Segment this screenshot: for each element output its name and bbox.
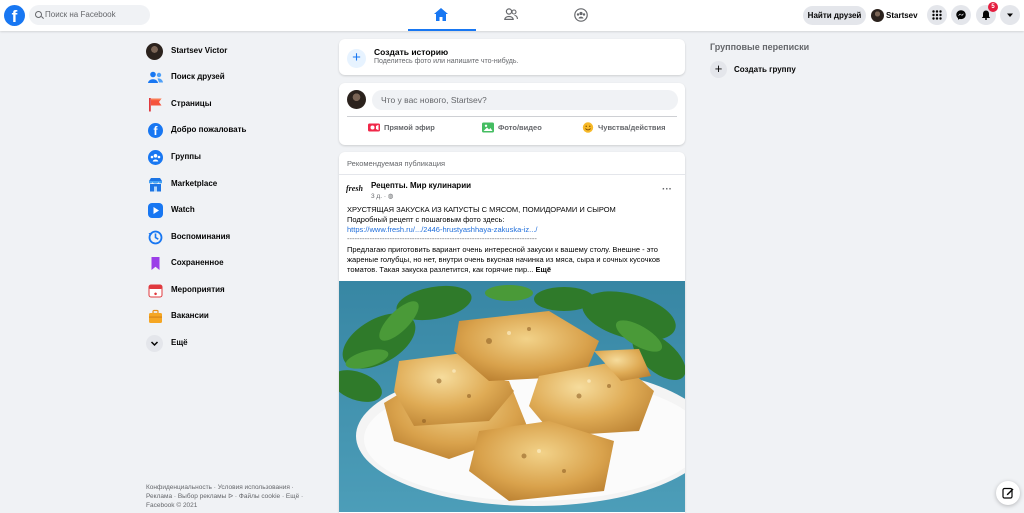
plus-icon: + — [347, 49, 366, 68]
compose-icon — [1002, 487, 1014, 499]
sidebar-item-label: Поиск друзей — [171, 72, 225, 81]
grid-menu-icon — [932, 10, 942, 20]
group-chats-title: Групповые переписки — [710, 42, 810, 52]
sidebar-item-label: Ещё — [171, 338, 188, 347]
sidebar-item-label: Watch — [171, 205, 195, 214]
page-name[interactable]: Рецепты. Мир кулинарии — [371, 181, 471, 190]
photo-video-button[interactable]: Фото/видео — [482, 122, 542, 133]
events-icon: ● — [148, 283, 163, 298]
notification-badge: 5 — [988, 2, 998, 12]
create-story-subtitle: Поделитесь фото или напишите что-нибудь. — [374, 58, 519, 65]
sidebar-item-label: Startsev Victor — [171, 46, 228, 55]
account-dropdown-button[interactable] — [1000, 5, 1020, 25]
sidebar-item-events[interactable]: ● Мероприятия — [146, 280, 225, 300]
see-more-link[interactable]: Ещё — [535, 265, 551, 274]
avatar — [871, 9, 884, 22]
saved-icon — [148, 256, 163, 271]
sidebar-item-label: Воспоминания — [171, 232, 231, 241]
avatar — [146, 43, 163, 60]
create-story-card[interactable]: + Создать историю Поделитесь фото или на… — [339, 39, 685, 75]
sidebar-item-label: Добро пожаловать — [171, 125, 247, 134]
create-group-label: Создать группу — [734, 65, 796, 74]
facebook-logo[interactable]: f — [4, 5, 25, 26]
search-icon — [35, 11, 42, 18]
photo-icon — [482, 122, 494, 133]
post-options-button[interactable]: ··· — [662, 184, 672, 195]
search-input[interactable]: Поиск на Facebook — [29, 5, 150, 25]
post-intro: Подробный рецепт с пошаговым фото здесь: — [347, 215, 505, 224]
post-body: Предлагаю приготовить вариант очень инте… — [347, 245, 681, 275]
create-group-button[interactable]: + Создать группу — [710, 61, 796, 78]
post-headline: ХРУСТЯЩАЯ ЗАКУСКА ИЗ КАПУСТЫ С МЯСОМ, ПО… — [347, 205, 616, 214]
divider — [347, 116, 677, 117]
chevron-down-icon — [146, 335, 163, 352]
home-icon — [434, 8, 448, 21]
sidebar-item-saved[interactable]: Сохраненное — [146, 253, 224, 273]
sidebar-item-label: Мероприятия — [171, 285, 225, 294]
sidebar-item-watch[interactable]: Watch — [146, 200, 195, 220]
memories-icon — [148, 230, 163, 245]
tab-groups[interactable] — [548, 0, 616, 31]
sidebar-item-more[interactable]: Ещё — [146, 333, 188, 353]
pages-flag-icon — [148, 97, 163, 112]
create-story-title: Создать историю — [374, 47, 449, 57]
sidebar-item-label: Вакансии — [171, 311, 209, 320]
sidebar-item-find-friends[interactable]: Поиск друзей — [146, 67, 225, 87]
live-video-button[interactable]: Прямой эфир — [368, 122, 435, 133]
sidebar-item-welcome[interactable]: f Добро пожаловать — [146, 120, 246, 140]
composer-input[interactable]: Что у вас нового, Startsev? — [372, 90, 678, 110]
post-divider-text: ----------------------------------------… — [347, 234, 537, 243]
profile-name: Startsev — [886, 11, 918, 20]
menu-button[interactable] — [927, 5, 947, 25]
divider — [339, 174, 685, 175]
messenger-button[interactable] — [951, 5, 971, 25]
sidebar-item-label: Сохраненное — [171, 258, 224, 267]
sidebar-item-groups[interactable]: Группы — [146, 147, 201, 167]
find-friends-button[interactable]: Найти друзей — [803, 6, 866, 25]
post-body-text: Предлагаю приготовить вариант очень инте… — [347, 245, 661, 274]
sidebar-item-memories[interactable]: Воспоминания — [146, 227, 230, 247]
live-video-label: Прямой эфир — [384, 123, 435, 132]
recommended-label: Рекомендуемая публикация — [347, 159, 446, 168]
jobs-icon — [148, 309, 163, 324]
caret-down-icon — [1007, 13, 1013, 17]
post-image[interactable] — [339, 281, 685, 512]
groups-icon — [574, 8, 588, 22]
tab-friends[interactable] — [478, 0, 546, 31]
plus-icon: + — [710, 61, 727, 78]
post-time[interactable]: 3 д. · ◍ — [371, 192, 393, 200]
sidebar-footer-links[interactable]: Конфиденциальность · Условия использован… — [146, 483, 316, 510]
new-message-button[interactable] — [996, 481, 1020, 505]
sidebar-item-label: Marketplace — [171, 179, 218, 188]
sidebar-item-profile[interactable]: Startsev Victor — [146, 41, 227, 61]
friends-icon — [504, 8, 518, 20]
search-placeholder: Поиск на Facebook — [45, 10, 116, 19]
avatar — [347, 90, 366, 109]
sidebar-item-jobs[interactable]: Вакансии — [146, 306, 209, 326]
smiley-icon — [582, 122, 594, 133]
sidebar-item-pages[interactable]: Страницы — [146, 94, 212, 114]
feeling-activity-button[interactable]: Чувства/действия — [582, 122, 665, 133]
photo-video-label: Фото/видео — [498, 123, 542, 132]
watch-icon — [148, 203, 163, 218]
sidebar-item-marketplace[interactable]: Marketplace — [146, 174, 217, 194]
live-video-icon — [368, 122, 380, 133]
friends-icon — [148, 70, 163, 85]
facebook-icon: f — [148, 123, 163, 138]
post-card: Рекомендуемая публикация fresh Рецепты. … — [339, 152, 685, 513]
feeling-activity-label: Чувства/действия — [598, 123, 666, 132]
sidebar-item-label: Страницы — [171, 99, 212, 108]
top-navigation-bar: f Поиск на Facebook Найти друзей Startse… — [0, 0, 1024, 31]
svg-text:●: ● — [154, 292, 158, 298]
post-composer-card: Что у вас нового, Startsev? Прямой эфир … — [339, 83, 685, 145]
tab-home[interactable] — [408, 0, 476, 31]
messenger-icon — [956, 10, 966, 20]
bell-icon — [981, 10, 991, 20]
page-logo[interactable]: fresh — [346, 184, 368, 196]
sidebar-item-label: Группы — [171, 152, 201, 161]
marketplace-icon — [148, 177, 163, 192]
groups-icon — [148, 150, 163, 165]
profile-button[interactable]: Startsev — [869, 6, 918, 25]
